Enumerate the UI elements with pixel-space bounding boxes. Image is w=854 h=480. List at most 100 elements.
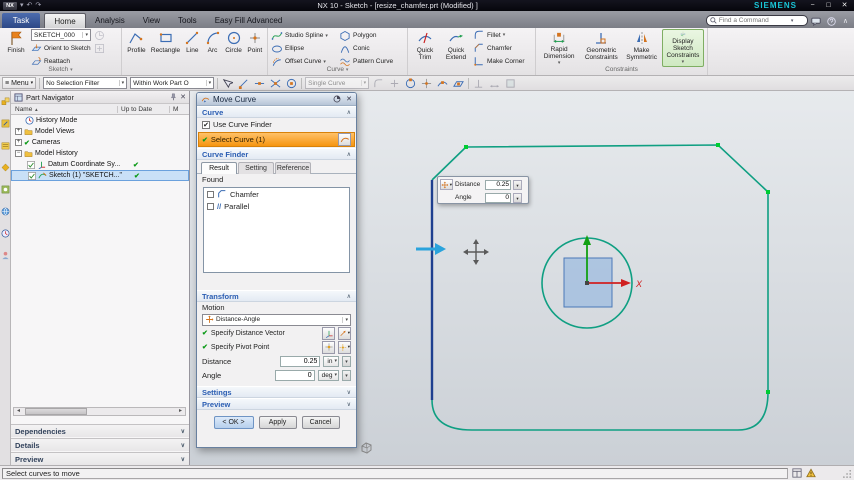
- tree-row-model-views[interactable]: + Model Views: [11, 126, 189, 137]
- angle-input[interactable]: [275, 370, 315, 381]
- orient-to-sketch-button[interactable]: Orient to Sketch: [31, 42, 91, 54]
- create-inferred-constraints-icon[interactable]: [472, 77, 485, 89]
- ellipse-button[interactable]: Ellipse: [271, 43, 339, 55]
- find-command-dropdown-icon[interactable]: ▾: [791, 18, 794, 24]
- tree-row-datum-csys[interactable]: Datum Coordinate Sy... ✔: [11, 159, 189, 170]
- update-model-button[interactable]: [93, 29, 111, 41]
- continuous-auto-dimensioning-icon[interactable]: [488, 77, 501, 89]
- conic-button[interactable]: Conic: [339, 43, 401, 55]
- angle-spinner-icon[interactable]: ▾: [513, 193, 522, 203]
- motion-combo-dropdown-icon[interactable]: ▾: [342, 317, 348, 323]
- section-curve-finder[interactable]: Curve Finder ∧: [197, 148, 356, 160]
- panel-pin-icon[interactable]: [169, 93, 177, 101]
- scrollbar-thumb[interactable]: [25, 408, 87, 415]
- close-button[interactable]: ✕: [838, 1, 851, 11]
- point-button[interactable]: Point: [246, 29, 264, 67]
- found-item-parallel[interactable]: // Parallel: [204, 200, 349, 212]
- assembly-navigator-icon[interactable]: [1, 97, 10, 106]
- section-curve[interactable]: Curve ∧: [197, 106, 356, 118]
- endpoint-snap-icon[interactable]: [237, 77, 250, 89]
- scroll-left-icon[interactable]: ◂: [14, 408, 23, 415]
- apply-button[interactable]: Apply: [259, 416, 297, 429]
- display-sketch-constraints-button[interactable]: Display Sketch Constraints▾: [662, 29, 704, 67]
- display-sketch-constraints-dropdown-icon[interactable]: ▾: [682, 60, 685, 66]
- polygon-button[interactable]: Polygon: [339, 30, 401, 42]
- distance-input[interactable]: [280, 356, 320, 367]
- selection-scope-combo[interactable]: Within Work Part O ▾: [130, 77, 214, 89]
- window-layout-icon[interactable]: [792, 468, 802, 478]
- tree-row-model-history[interactable]: − Model History: [11, 148, 189, 159]
- constraint-navigator-icon[interactable]: [1, 119, 10, 128]
- alerts-icon[interactable]: [806, 468, 816, 478]
- highlight-selection-icon[interactable]: [221, 77, 234, 89]
- section-details[interactable]: Details ∨: [11, 438, 189, 451]
- suppression-checkbox-icon[interactable]: [27, 161, 35, 169]
- distance-unit-combo[interactable]: in▾: [323, 356, 339, 367]
- motion-combo[interactable]: Distance-Angle ▾: [202, 314, 351, 326]
- suppression-checkbox-icon[interactable]: [28, 172, 36, 180]
- vertex-point[interactable]: [716, 143, 720, 147]
- history-icon[interactable]: [1, 229, 10, 238]
- section-settings[interactable]: Settings ∨: [197, 386, 356, 398]
- parallel-checkbox[interactable]: [207, 203, 214, 210]
- quadrant-snap-icon[interactable]: [404, 77, 417, 89]
- menu-button[interactable]: ≡ Menu ▾: [2, 77, 36, 89]
- expand-icon[interactable]: +: [15, 139, 22, 146]
- origin-point[interactable]: [585, 281, 589, 285]
- undo-icon[interactable]: ↶: [27, 1, 33, 11]
- rectangle-button[interactable]: Rectangle: [150, 29, 181, 67]
- fillet-button[interactable]: Fillet▾: [473, 29, 531, 41]
- vector-dialog-button[interactable]: [322, 327, 335, 340]
- tab-home[interactable]: Home: [44, 13, 86, 28]
- tab-view[interactable]: View: [134, 13, 169, 28]
- section-preview[interactable]: Preview ∨: [197, 398, 356, 410]
- hd3d-tools-icon[interactable]: [1, 185, 10, 194]
- column-name[interactable]: Name ▲: [11, 106, 118, 113]
- resize-grip[interactable]: [843, 469, 852, 478]
- group-label-constraints[interactable]: Constraints: [536, 66, 707, 75]
- arc-center-snap-icon[interactable]: [285, 77, 298, 89]
- circle-button[interactable]: Circle: [224, 29, 244, 67]
- distance-options-icon[interactable]: ▾: [342, 356, 351, 367]
- tab-tools[interactable]: Tools: [169, 13, 206, 28]
- found-list[interactable]: Chamfer // Parallel: [203, 187, 350, 273]
- make-symmetric-button[interactable]: Make Symmetric: [623, 29, 659, 67]
- tab-easy-fill-advanced[interactable]: Easy Fill Advanced: [206, 13, 292, 28]
- distance-spinner-icon[interactable]: ▾: [513, 180, 522, 190]
- view-cube-icon[interactable]: [362, 443, 371, 453]
- feedback-icon[interactable]: [811, 17, 821, 26]
- specify-distance-vector-row[interactable]: ✔ Specify Distance Vector ▾: [197, 326, 356, 340]
- studio-spline-button[interactable]: Studio Spline▾: [271, 30, 339, 42]
- studio-spline-dropdown-icon[interactable]: ▾: [325, 33, 328, 39]
- vertex-point[interactable]: [464, 145, 468, 149]
- tree-row-sketch[interactable]: Sketch (1) "SKETCH..." ✔: [11, 170, 189, 181]
- angle-input[interactable]: [485, 193, 511, 203]
- specify-pivot-point-row[interactable]: ✔ Specify Pivot Point ▾: [197, 340, 356, 354]
- vertex-point[interactable]: [766, 190, 770, 194]
- panel-close-icon[interactable]: ✕: [180, 93, 186, 101]
- curve-select-button[interactable]: [338, 133, 351, 146]
- motion-option-button[interactable]: ▾: [440, 179, 453, 190]
- vertex-point[interactable]: [766, 390, 770, 394]
- angle-options-icon[interactable]: ▾: [342, 370, 351, 381]
- intersection-snap-icon[interactable]: [269, 77, 282, 89]
- tab-analysis[interactable]: Analysis: [86, 13, 134, 28]
- line-button[interactable]: Line: [183, 29, 201, 67]
- minimize-ribbon-icon[interactable]: ∧: [843, 17, 848, 25]
- collapse-icon[interactable]: −: [15, 150, 22, 157]
- roles-icon[interactable]: [1, 251, 10, 260]
- maximize-button[interactable]: □: [822, 1, 835, 11]
- find-command-box[interactable]: ▾: [706, 15, 808, 26]
- select-curve-row[interactable]: ✔ Select Curve (1): [198, 132, 355, 147]
- dialog-titlebar[interactable]: Move Curve ✕: [197, 93, 356, 106]
- tab-setting[interactable]: Setting: [238, 162, 274, 174]
- quick-trim-button[interactable]: Quick Trim: [411, 29, 439, 67]
- section-preview[interactable]: Preview ∨: [11, 452, 189, 465]
- use-curve-finder-row[interactable]: ✔ Use Curve Finder: [197, 118, 356, 131]
- point-on-curve-snap-icon[interactable]: [436, 77, 449, 89]
- vector-options-button[interactable]: ▾: [338, 327, 351, 340]
- point-dialog-button[interactable]: [322, 341, 335, 354]
- geometric-constraints-button[interactable]: Geometric Constraints: [581, 29, 621, 67]
- sketch-task-options-button[interactable]: [93, 42, 111, 54]
- display-object-color-icon[interactable]: [504, 77, 517, 89]
